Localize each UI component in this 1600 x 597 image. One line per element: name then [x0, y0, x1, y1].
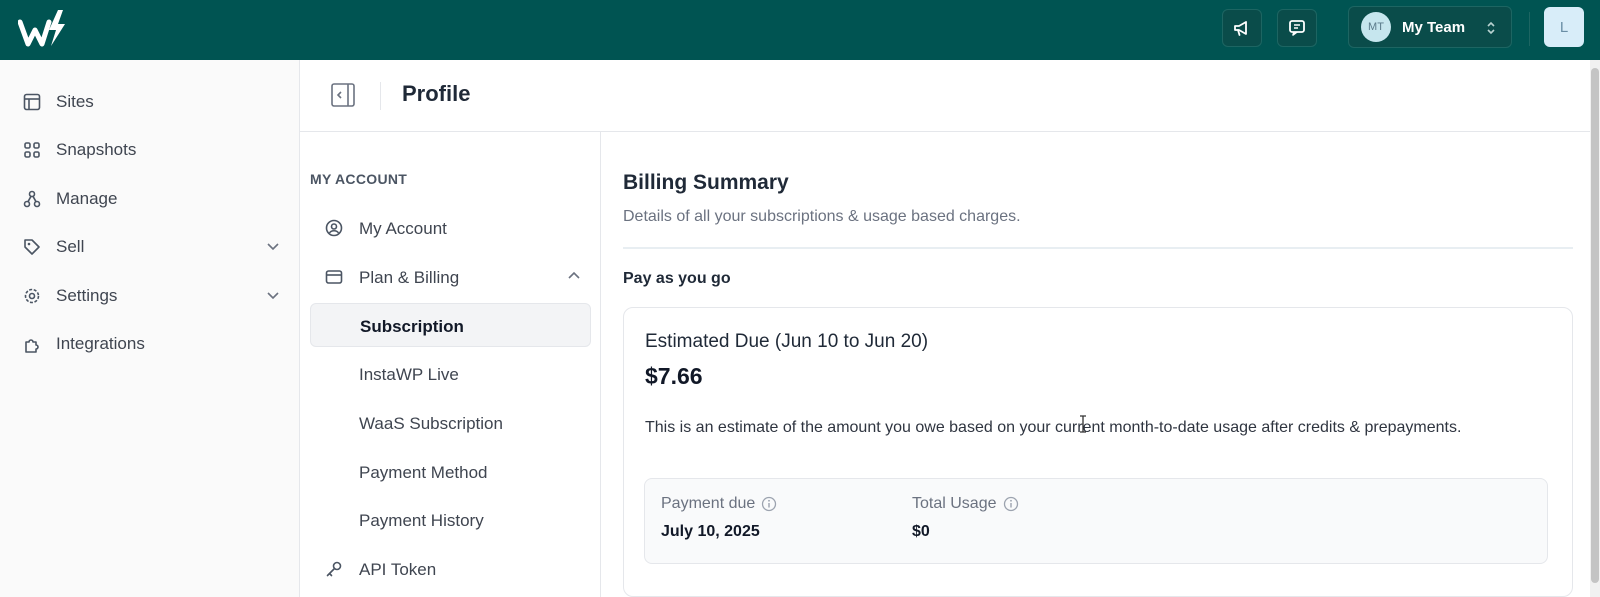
sidebar-toggle-icon[interactable] — [330, 82, 356, 108]
team-selector[interactable]: MT My Team — [1348, 6, 1512, 48]
subnav-item-instawp-live[interactable]: InstaWP Live — [310, 352, 591, 396]
sidebar-item-integrations[interactable]: Integrations — [22, 329, 284, 359]
subnav-item-my-account[interactable]: My Account — [310, 206, 591, 250]
megaphone-icon — [1234, 21, 1247, 36]
info-icon[interactable] — [1003, 496, 1019, 512]
total-usage-field: Total Usage $0 — [912, 495, 1019, 541]
card-icon — [325, 270, 343, 284]
sidebar-item-label: Settings — [56, 286, 118, 305]
section-heading: Pay as you go — [623, 270, 731, 287]
sidebar-item-label: Manage — [56, 189, 118, 208]
info-icon[interactable] — [761, 496, 777, 512]
subnav-item-subscription[interactable]: Subscription — [310, 303, 591, 347]
subnav-item-label: Payment Method — [359, 463, 488, 482]
estimated-due-title: Estimated Due (Jun 10 to Jun 20) — [645, 331, 929, 352]
sidebar-item-settings[interactable]: Settings — [22, 281, 284, 311]
team-name: My Team — [1402, 18, 1466, 36]
tag-icon — [22, 237, 42, 257]
sidebar-item-label: Sell — [56, 237, 85, 256]
billing-summary-title: Billing Summary — [623, 171, 789, 194]
key-icon — [326, 561, 342, 577]
divider — [623, 247, 1573, 249]
subnav-item-label: WaaS Subscription — [359, 414, 503, 433]
layout-icon — [22, 92, 42, 112]
team-avatar: MT — [1361, 12, 1391, 42]
subnav-item-label: InstaWP Live — [359, 365, 459, 384]
grid-icon — [22, 140, 42, 160]
sidebar-item-sell[interactable]: Sell — [22, 232, 284, 262]
scrollbar-thumb[interactable] — [1591, 68, 1599, 583]
header-divider — [380, 82, 381, 110]
subnav-item-api-token[interactable]: API Token — [310, 547, 591, 591]
subnav-item-label: API Token — [359, 560, 437, 579]
top-bar: MT My Team L — [0, 0, 1600, 60]
subnav-item-plan-billing[interactable]: Plan & Billing — [310, 255, 591, 299]
sidebar-item-manage[interactable]: Manage — [22, 184, 284, 214]
text-cursor-icon — [1080, 415, 1086, 433]
subnav-item-waas-subscription[interactable]: WaaS Subscription — [310, 401, 591, 445]
chevron-up-down-icon — [1487, 21, 1495, 35]
chevron-up-icon — [568, 271, 580, 279]
announcements-button[interactable] — [1222, 9, 1262, 47]
sidebar-item-label: Sites — [56, 92, 94, 111]
subnav-item-label: Subscription — [360, 317, 464, 336]
sidebar-item-snapshots[interactable]: Snapshots — [22, 135, 284, 165]
puzzle-icon — [22, 334, 42, 354]
subnav-heading: MY ACCOUNT — [310, 171, 408, 187]
billing-summary-subtitle: Details of all your subscriptions & usag… — [623, 208, 1021, 225]
payment-meta-box: Payment due July 10, 2025 Total Usage $0 — [644, 478, 1548, 564]
subnav-item-payment-method[interactable]: Payment Method — [310, 450, 591, 494]
nodes-icon — [22, 189, 42, 209]
gear-icon — [22, 286, 42, 306]
user-circle-icon — [325, 219, 343, 237]
user-avatar[interactable]: L — [1544, 7, 1584, 47]
payment-due-field: Payment due July 10, 2025 — [661, 495, 777, 541]
subnav-item-payment-history[interactable]: Payment History — [310, 498, 591, 542]
estimated-due-amount: $7.66 — [645, 363, 703, 389]
payment-due-value: July 10, 2025 — [661, 523, 760, 540]
topbar-divider — [1529, 12, 1530, 46]
subnav-item-label: Payment History — [359, 511, 484, 530]
instawp-logo[interactable] — [18, 8, 70, 50]
account-subnav: MY ACCOUNT My Account Plan & Billing Sub… — [300, 132, 601, 597]
page-header: Profile — [300, 60, 1590, 132]
chat-icon — [1289, 20, 1305, 36]
total-usage-value: $0 — [912, 523, 930, 540]
support-chat-button[interactable] — [1277, 9, 1317, 47]
sidebar: Sites Snapshots Manage Sell Settings Int… — [0, 60, 300, 597]
subnav-item-label: My Account — [359, 219, 447, 238]
billing-content: Billing Summary Details of all your subs… — [601, 132, 1590, 597]
chevron-down-icon — [267, 243, 279, 251]
sidebar-item-label: Integrations — [56, 334, 145, 353]
payment-due-label: Payment due — [661, 495, 756, 512]
page-title: Profile — [402, 81, 471, 106]
estimated-due-card: Estimated Due (Jun 10 to Jun 20) $7.66 T… — [623, 307, 1573, 597]
sidebar-item-label: Snapshots — [56, 140, 137, 159]
subnav-item-label: Plan & Billing — [359, 268, 460, 287]
sidebar-item-sites[interactable]: Sites — [22, 87, 284, 117]
chevron-down-icon — [267, 292, 279, 300]
total-usage-label: Total Usage — [912, 495, 997, 512]
